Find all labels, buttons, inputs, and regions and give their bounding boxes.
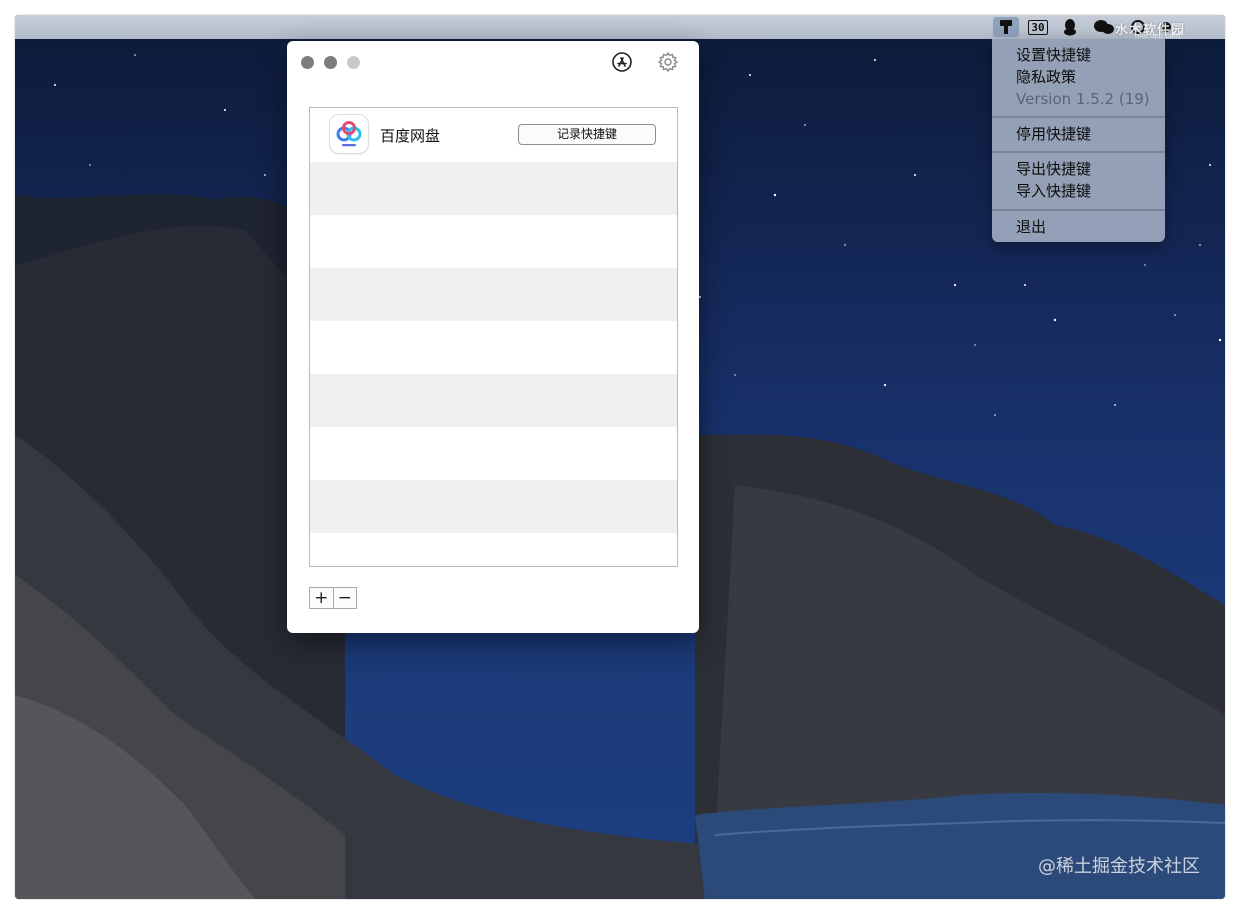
app-store-icon[interactable] <box>611 51 633 73</box>
shortcut-app-menu-icon[interactable] <box>993 17 1019 37</box>
list-item[interactable]: 百度网盘 记录快捷键 <box>310 108 677 162</box>
menu-separator <box>992 116 1165 118</box>
list-item <box>310 268 677 321</box>
site-watermark: @稀土掘金技术社区 <box>1038 856 1200 877</box>
menu-item-set-shortcut[interactable]: 设置快捷键 <box>1016 45 1091 65</box>
add-remove-control: + − <box>309 587 357 609</box>
menu-separator <box>992 209 1165 211</box>
shortcut-app-list: 百度网盘 记录快捷键 <box>309 107 678 567</box>
record-shortcut-button[interactable]: 记录快捷键 <box>518 124 656 145</box>
calendar-icon[interactable]: 30 <box>1025 17 1051 37</box>
list-item <box>310 215 677 268</box>
gear-icon[interactable] <box>657 51 679 73</box>
window-zoom-button <box>347 56 360 69</box>
app-window: 百度网盘 记录快捷键 + − <box>287 41 699 633</box>
remove-app-button[interactable]: − <box>333 587 357 609</box>
menu-item-quit[interactable]: 退出 <box>1016 217 1046 237</box>
qq-penguin-icon[interactable] <box>1059 17 1081 37</box>
menu-item-import-shortcuts[interactable]: 导入快捷键 <box>1016 181 1091 201</box>
window-minimize-button[interactable] <box>324 56 337 69</box>
list-item <box>310 374 677 427</box>
calendar-day: 30 <box>1028 19 1048 35</box>
list-item <box>310 321 677 374</box>
list-item <box>310 427 677 480</box>
menu-separator <box>992 151 1165 153</box>
list-item <box>310 533 677 566</box>
menu-item-version: Version 1.5.2 (19) <box>1016 90 1150 108</box>
desktop: 30 水木软件园 macapp.com 设置快捷键 隐私政策 Version 1… <box>15 15 1225 899</box>
status-menu-dropdown: 设置快捷键 隐私政策 Version 1.5.2 (19) 停用快捷键 导出快捷… <box>992 39 1165 242</box>
wechat-icon[interactable] <box>1091 17 1117 37</box>
app-name: 百度网盘 <box>380 127 441 145</box>
menu-item-export-shortcuts[interactable]: 导出快捷键 <box>1016 159 1091 179</box>
list-item <box>310 480 677 533</box>
list-item <box>310 162 677 215</box>
menu-item-disable-shortcut[interactable]: 停用快捷键 <box>1016 124 1091 144</box>
add-app-button[interactable]: + <box>309 587 334 609</box>
menu-bar: 30 水木软件园 macapp.com <box>15 15 1225 40</box>
menu-item-privacy-policy[interactable]: 隐私政策 <box>1016 67 1076 87</box>
baidu-netdisk-icon <box>330 115 368 153</box>
window-close-button[interactable] <box>301 56 314 69</box>
